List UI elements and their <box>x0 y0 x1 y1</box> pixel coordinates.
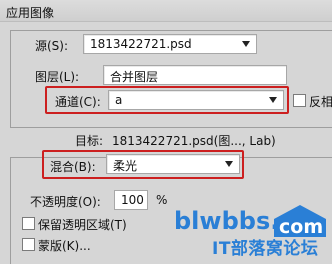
source-select-value: 1813422721.psd <box>90 37 192 51</box>
blend-select[interactable]: 柔光 <box>106 154 240 174</box>
chevron-down-icon <box>242 41 250 47</box>
layer-label: 图层(L): <box>35 70 80 84</box>
mask-checkbox[interactable] <box>22 238 35 251</box>
preserve-transparency-label: 保留透明区域(T) <box>38 218 127 232</box>
dialog-title: 应用图像 <box>6 6 55 20</box>
invert-checkbox[interactable] <box>293 94 306 107</box>
channel-select-value: a <box>115 93 123 107</box>
channel-select[interactable]: a <box>108 90 284 110</box>
layer-select-value: 合并图层 <box>110 70 159 84</box>
watermark-logo: blwbbs. com <box>174 205 326 237</box>
blend-label: 混合(B): <box>50 160 96 174</box>
preserve-transparency-checkbox[interactable] <box>22 217 35 230</box>
watermark-site-text: IT部落窝论坛 <box>212 239 319 259</box>
source-select[interactable]: 1813422721.psd <box>83 34 257 54</box>
target-label: 目标: <box>75 134 104 148</box>
dialog-titlebar: 应用图像 <box>0 0 332 22</box>
blend-select-value: 柔光 <box>113 159 138 173</box>
svg-text:blwbbs.: blwbbs. <box>174 207 279 235</box>
layer-select[interactable]: 合并图层 <box>103 65 287 85</box>
chevron-down-icon <box>225 161 233 167</box>
channel-label: 通道(C): <box>55 95 101 109</box>
opacity-input-value: 100 <box>121 193 144 207</box>
opacity-input[interactable]: 100 <box>114 190 148 210</box>
target-value: 1813422721.psd(图..., Lab) <box>112 134 276 148</box>
chevron-down-icon <box>269 97 277 103</box>
source-label: 源(S): <box>35 39 69 53</box>
invert-label: 反相 <box>309 95 332 109</box>
opacity-unit: % <box>156 193 168 207</box>
mask-label: 蒙版(K)... <box>38 239 91 253</box>
opacity-label: 不透明度(O): <box>30 195 101 209</box>
